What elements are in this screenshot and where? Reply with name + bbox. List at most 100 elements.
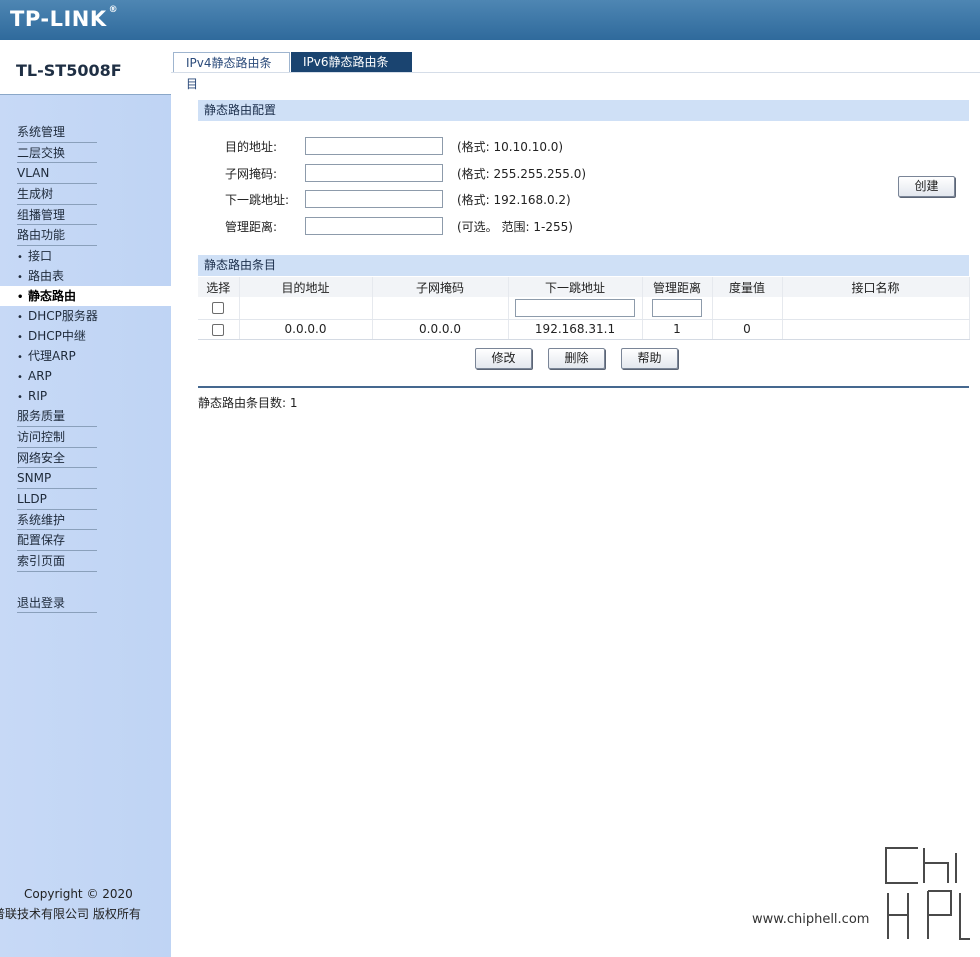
sidebar-item-9[interactable]: • DHCP服务器 xyxy=(0,306,171,326)
sidebar-item-label: 代理ARP xyxy=(28,349,76,364)
admin-distance-label: 管理距离: xyxy=(225,220,278,234)
subnet-mask-label: 子网掩码: xyxy=(225,167,278,181)
cell-metric: 0 xyxy=(712,319,783,340)
sidebar-item-label: 路由功能 xyxy=(17,228,66,243)
tp-link-logo: TP-LINK ® xyxy=(10,5,119,31)
entry-count-label: 静态路由条目数: xyxy=(198,396,287,410)
delete-button[interactable]: 删除 xyxy=(548,348,605,369)
cell-interface-name xyxy=(782,319,970,340)
sidebar-item-1[interactable]: 二层交换 xyxy=(0,143,171,164)
sidebar-item-3[interactable]: 生成树 xyxy=(0,184,171,205)
cell-dest-address: 0.0.0.0 xyxy=(239,319,373,340)
tab-divider xyxy=(171,72,980,73)
col-admin-distance: 管理距离 xyxy=(642,277,713,297)
sidebar-item-label: 索引页面 xyxy=(17,553,66,568)
next-hop-hint: (格式: 192.168.0.2) xyxy=(457,193,571,207)
logout-link[interactable]: 退出登录 xyxy=(0,593,171,614)
next-hop-filter-input[interactable] xyxy=(515,298,635,317)
row-checkbox[interactable] xyxy=(212,323,225,336)
section-divider xyxy=(198,386,969,388)
sidebar-item-21[interactable]: 索引页面 xyxy=(0,551,171,572)
create-button[interactable]: 创建 xyxy=(898,176,955,197)
bullet-icon: • xyxy=(17,332,23,344)
sidebar-item-label: 路由表 xyxy=(28,269,65,284)
sidebar-nav: 系统管理 二层交换 VLAN 生成树 组播管理 路由功能 • 接口 • 路由表 • 静态路由 • DHCP… xyxy=(0,122,171,614)
sidebar-item-label: 服务质量 xyxy=(17,409,66,424)
sidebar-item-18[interactable]: LLDP xyxy=(0,489,171,510)
sidebar-item-20[interactable]: 配置保存 xyxy=(0,530,171,551)
col-metric: 度量值 xyxy=(712,277,783,297)
sidebar-item-label: 接口 xyxy=(28,249,53,264)
sidebar-item-label: RIP xyxy=(28,389,48,404)
table-row: 0.0.0.0 0.0.0.0 192.168.31.1 1 0 xyxy=(198,319,970,340)
sidebar-item-14[interactable]: 服务质量 xyxy=(0,406,171,427)
tab-bar: IPv4静态路由条目 IPv6静态路由条目 xyxy=(171,40,980,91)
help-button[interactable]: 帮助 xyxy=(621,348,678,369)
col-select: 选择 xyxy=(198,277,240,297)
subnet-mask-hint: (格式: 255.255.255.0) xyxy=(457,167,587,181)
entry-count-value: 1 xyxy=(289,396,298,410)
route-table: 选择 目的地址 子网掩码 下一跳地址 管理距离 度量值 接口名称 0.0.0.0… xyxy=(198,277,970,340)
entries-section-title: 静态路由条目 xyxy=(198,255,969,276)
sidebar-item-label: 网络安全 xyxy=(17,450,66,465)
sidebar-item-16[interactable]: 网络安全 xyxy=(0,448,171,469)
modify-button[interactable]: 修改 xyxy=(475,348,532,369)
sidebar-item-19[interactable]: 系统维护 xyxy=(0,510,171,531)
sidebar-item-7[interactable]: • 路由表 xyxy=(0,266,171,286)
sidebar-item-8[interactable]: • 静态路由 xyxy=(0,286,171,307)
next-hop-input[interactable] xyxy=(305,190,443,208)
entry-count: 静态路由条目数: 1 xyxy=(198,394,298,411)
cell-subnet-mask: 0.0.0.0 xyxy=(372,319,509,340)
select-all-checkbox[interactable] xyxy=(212,302,225,315)
table-header-row: 选择 目的地址 子网掩码 下一跳地址 管理距离 度量值 接口名称 xyxy=(198,277,970,297)
filter-row xyxy=(198,297,970,320)
watermark-url: www.chiphell.com xyxy=(752,912,870,927)
sidebar: TL-ST5008F 系统管理 二层交换 VLAN 生成树 组播管理 路由功能 • 接口 • 路由… xyxy=(0,40,171,957)
sidebar-item-10[interactable]: • DHCP中继 xyxy=(0,326,171,346)
device-model: TL-ST5008F xyxy=(16,61,122,80)
tab-ipv6-static-routes[interactable]: IPv6静态路由条目 xyxy=(291,52,412,90)
bullet-icon: • xyxy=(17,272,23,284)
tab-ipv4-static-routes[interactable]: IPv4静态路由条目 xyxy=(173,52,290,91)
sidebar-item-label: 二层交换 xyxy=(17,145,66,160)
cell-next-hop: 192.168.31.1 xyxy=(508,319,643,340)
sidebar-item-6[interactable]: • 接口 xyxy=(0,246,171,266)
sidebar-item-5[interactable]: 路由功能 xyxy=(0,225,171,246)
sidebar-item-4[interactable]: 组播管理 xyxy=(0,205,171,226)
sidebar-item-label: 配置保存 xyxy=(17,533,66,548)
bullet-icon: • xyxy=(17,352,23,364)
sidebar-item-17[interactable]: SNMP xyxy=(0,468,171,489)
sidebar-item-label: 生成树 xyxy=(17,187,54,202)
copyright-line-2: 普联技术有限公司 版权所有 xyxy=(0,907,141,921)
col-dest-address: 目的地址 xyxy=(239,277,373,297)
subnet-mask-input[interactable] xyxy=(305,164,443,182)
sidebar-item-11[interactable]: • 代理ARP xyxy=(0,346,171,366)
col-next-hop: 下一跳地址 xyxy=(508,277,643,297)
admin-distance-input[interactable] xyxy=(305,217,443,235)
bullet-icon: • xyxy=(17,392,23,404)
model-box: TL-ST5008F xyxy=(0,40,171,95)
sidebar-item-label: DHCP中继 xyxy=(28,329,86,344)
sidebar-item-label: VLAN xyxy=(17,166,50,181)
admin-distance-hint: (可选。 范围: 1-255) xyxy=(457,220,573,234)
sidebar-item-label: 系统维护 xyxy=(17,512,66,527)
cell-admin-distance: 1 xyxy=(642,319,713,340)
sidebar-item-label: 组播管理 xyxy=(17,207,66,222)
bullet-icon: • xyxy=(17,292,24,304)
sidebar-item-15[interactable]: 访问控制 xyxy=(0,427,171,448)
sidebar-item-label: SNMP xyxy=(17,471,52,486)
chiphell-logo-icon xyxy=(882,844,974,943)
sidebar-item-13[interactable]: • RIP xyxy=(0,386,171,406)
sidebar-item-12[interactable]: • ARP xyxy=(0,366,171,386)
dest-address-input[interactable] xyxy=(305,137,443,155)
sidebar-item-label: DHCP服务器 xyxy=(28,309,98,324)
sidebar-item-0[interactable]: 系统管理 xyxy=(0,122,171,143)
distance-filter-input[interactable] xyxy=(652,298,702,317)
sidebar-item-label: ARP xyxy=(28,369,52,384)
sidebar-item-2[interactable]: VLAN xyxy=(0,163,171,184)
sidebar-item-label: 访问控制 xyxy=(17,429,66,444)
app-window: TP-LINK ® TL-ST5008F 系统管理二层交换 VLAN 生成树组播管理路… xyxy=(0,0,980,957)
sidebar-item-label: LLDP xyxy=(17,491,47,506)
dest-address-hint: (格式: 10.10.10.0) xyxy=(457,140,564,154)
